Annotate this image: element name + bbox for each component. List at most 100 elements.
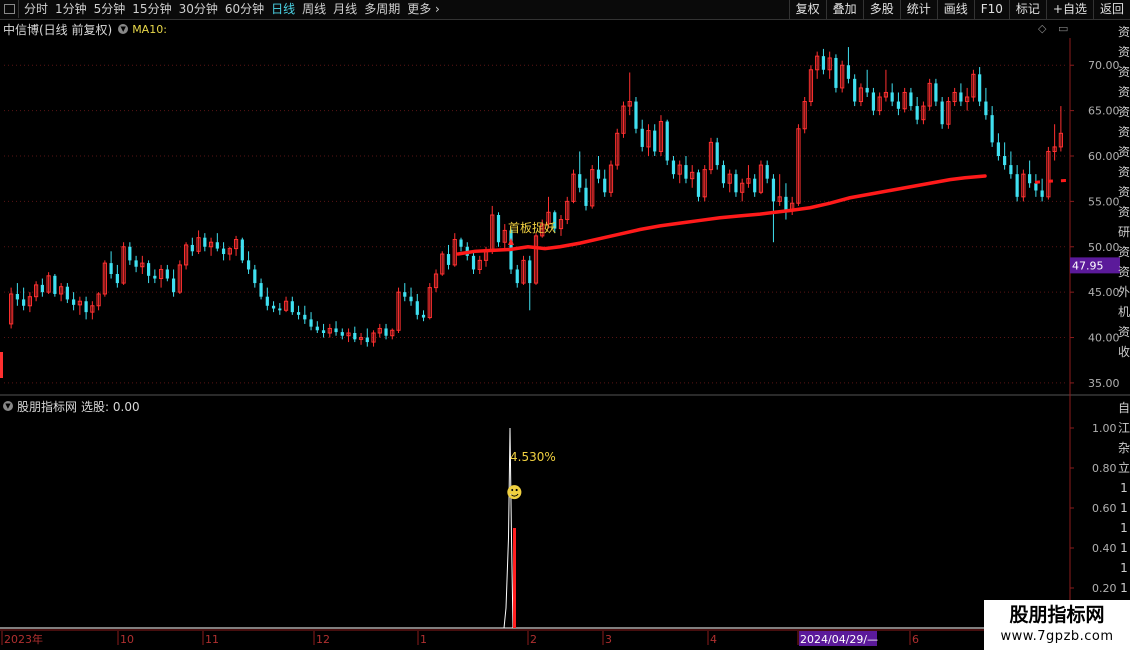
candle-body <box>459 239 463 247</box>
candle-body <box>909 92 913 107</box>
side-info-text: 研 <box>1118 225 1130 239</box>
candle-body <box>834 57 838 88</box>
candle-body <box>984 101 988 116</box>
indicator-value: 选股: 0.00 <box>81 399 140 414</box>
time-axis-label: 3 <box>605 633 612 646</box>
candle-body <box>259 283 263 297</box>
signal-arrow-icon <box>508 237 514 245</box>
watermark: 股朋指标网 www.7gpzb.com <box>984 600 1130 650</box>
candle-body <box>309 319 313 327</box>
side-info-text: 立 <box>1118 461 1130 475</box>
indicator-percent-label: 4.530% <box>510 450 556 464</box>
candle-body <box>871 92 876 111</box>
candle-body <box>421 314 426 318</box>
candle-body <box>978 74 982 102</box>
kline-chart[interactable]: 70.00 65.00 60.00 55.00 50.00 45.00 40.00 35.00… <box>0 0 1130 650</box>
candle-body <box>896 101 901 109</box>
candle-body <box>128 246 132 261</box>
indicator-title: ▼ 股朋指标网 选股: 0.00 <box>3 398 140 414</box>
candle-body <box>246 260 251 270</box>
collapse-icon[interactable]: ▼ <box>3 401 13 411</box>
side-info-text: 资 <box>1118 165 1130 179</box>
side-info-text: 资 <box>1118 125 1130 139</box>
time-axis-label: 1 <box>420 633 427 646</box>
candle-body <box>271 305 276 309</box>
candle-body <box>221 248 226 255</box>
indicator-tick-label: 0.20 <box>1092 582 1117 595</box>
candle-body <box>240 239 244 261</box>
candle-body <box>1009 165 1013 175</box>
candle-body <box>265 296 269 306</box>
side-info-text: 资 <box>1118 105 1130 119</box>
side-info-text: 1 <box>1120 541 1128 555</box>
candle-body <box>715 142 719 166</box>
time-axis-label: 4 <box>710 633 717 646</box>
indicator-tick-label: 0.60 <box>1092 502 1117 515</box>
candle-body <box>1028 174 1032 184</box>
candle-body <box>990 115 994 143</box>
candle-body <box>515 269 519 284</box>
watermark-title: 股朋指标网 <box>1009 604 1105 626</box>
candle-body <box>603 178 607 193</box>
edge-candle <box>0 352 3 378</box>
candle-body <box>446 254 451 265</box>
candle-body <box>578 174 582 188</box>
candle-body <box>584 187 588 206</box>
candle-body <box>296 312 301 315</box>
candle-body <box>340 332 344 336</box>
candle-body <box>528 260 532 284</box>
indicator-name: 股朋指标网 <box>17 399 78 414</box>
candle-body <box>765 165 769 179</box>
candle-body <box>190 244 194 252</box>
candle-body <box>721 165 726 184</box>
candle-body <box>734 174 738 193</box>
side-info-main: 资资资资资资资资资资研资资外机资收 <box>1118 22 1130 362</box>
indicator-red-bar <box>513 528 516 628</box>
indicator-tick-label: 0.80 <box>1092 462 1117 475</box>
candle-body <box>940 101 944 125</box>
candle-body <box>934 83 938 102</box>
price-tick-label: 60.00 <box>1088 150 1120 163</box>
price-tick-label: 65.00 <box>1088 105 1120 118</box>
candle-body <box>634 101 638 129</box>
candle-body <box>22 299 26 306</box>
candle-body <box>353 333 357 340</box>
side-info-text: 收 <box>1118 345 1130 359</box>
side-info-text: 1 <box>1120 501 1128 515</box>
candle-body <box>415 301 419 315</box>
ma10-line-tail <box>1034 179 1072 184</box>
time-axis-label: 10 <box>120 633 134 646</box>
candle-body <box>684 165 688 179</box>
side-info-text: 1 <box>1120 581 1128 595</box>
candle-body <box>53 275 57 294</box>
side-info-text: 机 <box>1118 305 1130 319</box>
ma10-line <box>456 174 987 256</box>
side-info-text: 资 <box>1118 245 1130 259</box>
candle-body <box>696 172 701 197</box>
side-info-text: 资 <box>1118 65 1130 79</box>
side-info-text: 资 <box>1118 325 1130 339</box>
indicator-tick-label: 0.40 <box>1092 542 1117 555</box>
side-info-text: 资 <box>1118 85 1130 99</box>
price-tick-label: 35.00 <box>1088 377 1120 390</box>
candle-body <box>890 92 894 102</box>
side-info-text: 外 <box>1118 285 1130 299</box>
candle-body <box>409 296 413 302</box>
watermark-url: www.7gpzb.com <box>1000 629 1114 644</box>
candle-body <box>153 275 157 279</box>
candle-body <box>471 255 476 270</box>
candle-body <box>496 215 501 243</box>
side-info-text: 江 <box>1118 421 1130 435</box>
side-info-text: 1 <box>1120 521 1128 535</box>
candle-body <box>640 128 644 147</box>
candle-body <box>290 301 294 313</box>
candle-body <box>1040 190 1044 197</box>
candle-body <box>253 269 257 284</box>
side-info-text: 资 <box>1118 185 1130 199</box>
candle-body <box>334 328 338 333</box>
candle-body <box>821 56 826 70</box>
candle-body <box>109 263 113 274</box>
time-axis-label: 6 <box>912 633 919 646</box>
candle-body <box>996 142 1000 156</box>
candle-body <box>134 260 138 267</box>
